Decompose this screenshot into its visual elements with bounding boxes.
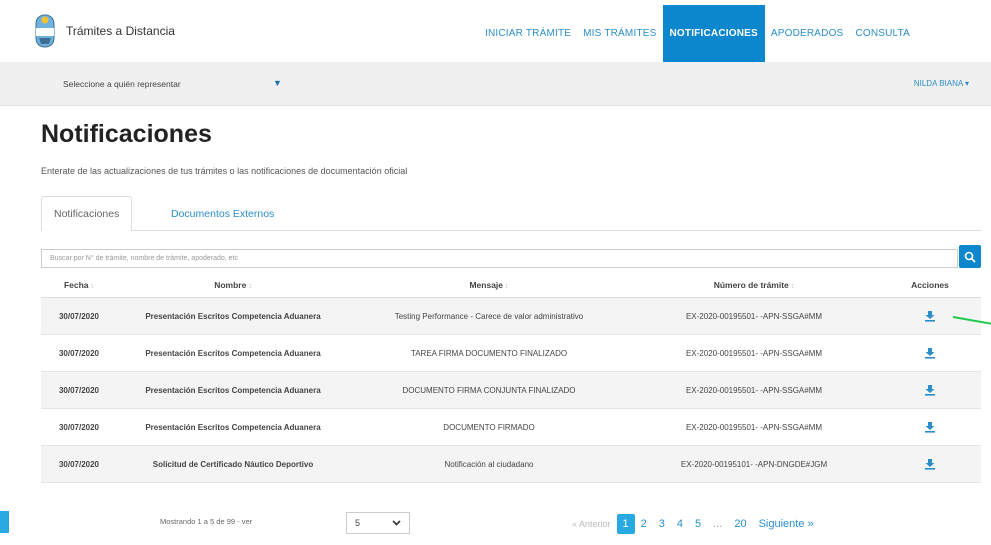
page-description: Enterate de las actualizaciones de tus t… xyxy=(41,166,408,176)
edge-accent xyxy=(0,511,9,533)
cell-fecha: 30/07/2020 xyxy=(58,422,100,432)
page-title: Notificaciones xyxy=(41,120,212,148)
brand-name: Trámites a Distancia xyxy=(66,24,175,38)
tab-notificaciones[interactable]: Notificaciones xyxy=(41,196,133,231)
download-icon[interactable] xyxy=(924,310,936,322)
download-icon[interactable] xyxy=(924,347,936,359)
pagination: « Anterior 1 2 3 4 5 ... 20 Siguiente » xyxy=(566,514,820,534)
download-icon[interactable] xyxy=(924,421,936,433)
table-row: 30/07/2020 Presentación Escritos Compete… xyxy=(41,298,981,335)
search-button[interactable] xyxy=(959,245,981,268)
sort-icon: ↕ xyxy=(505,282,509,290)
table-row: 30/07/2020 Presentación Escritos Compete… xyxy=(41,335,981,372)
cell-nombre: Presentación Escritos Competencia Aduane… xyxy=(145,422,321,432)
cell-nombre: Presentación Escritos Competencia Aduane… xyxy=(145,348,321,358)
cell-fecha: 30/07/2020 xyxy=(58,385,100,395)
results-count: Mostrando 1 a 5 de 99 - ver xyxy=(160,517,253,526)
table-row: 30/07/2020 Presentación Escritos Compete… xyxy=(41,409,981,446)
cell-mensaje: Testing Performance - Carece de valor ad… xyxy=(394,311,584,321)
main-nav: INICIAR TRÁMITE MIS TRÁMITES NOTIFICACIO… xyxy=(479,5,916,62)
cell-fecha: 30/07/2020 xyxy=(58,311,100,321)
cell-mensaje: DOCUMENTO FIRMADO xyxy=(443,422,535,432)
header-numero[interactable]: Número de trámite ↕ xyxy=(629,280,879,290)
pagination-next[interactable]: Siguiente » xyxy=(753,514,820,534)
cell-mensaje: DOCUMENTO FIRMA CONJUNTA FINALIZADO xyxy=(402,385,576,395)
table-header: Fecha ↕ Nombre ↕ Mensaje ↕ Número de trámit… xyxy=(41,272,981,298)
page-size-select[interactable]: 5 xyxy=(346,512,410,534)
cell-nombre: Presentación Escritos Competencia Aduane… xyxy=(145,311,321,321)
sort-icon: ↕ xyxy=(248,282,252,290)
notifications-table: Fecha ↕ Nombre ↕ Mensaje ↕ Número de trámit… xyxy=(41,272,981,483)
sort-icon: ↕ xyxy=(90,282,95,290)
search-input[interactable]: Buscar por N° de trámite, nombre de trám… xyxy=(41,249,958,268)
sort-icon: ↕ xyxy=(790,282,795,290)
pagination-page-2[interactable]: 2 xyxy=(635,514,653,534)
brand[interactable]: Trámites a Distancia xyxy=(34,14,175,48)
nav-consulta[interactable]: CONSULTA xyxy=(849,5,916,62)
cell-fecha: 30/07/2020 xyxy=(58,348,100,358)
pagination-ellipsis: ... xyxy=(713,518,723,530)
nav-apoderados[interactable]: APODERADOS xyxy=(765,5,850,62)
cell-mensaje: Notificación al ciudadano xyxy=(444,459,534,469)
tab-bar: Notificaciones Documentos Externos xyxy=(41,196,981,231)
nav-notificaciones[interactable]: NOTIFICACIONES xyxy=(662,5,765,62)
cell-numero: EX-2020-00195101- -APN-DNGDE#JGM xyxy=(680,459,828,469)
cell-acciones xyxy=(879,421,981,433)
tab-documentos-externos[interactable]: Documentos Externos xyxy=(159,196,286,231)
nav-iniciar-tramite[interactable]: INICIAR TRÁMITE xyxy=(479,5,577,62)
table-row: 30/07/2020 Presentación Escritos Compete… xyxy=(41,372,981,409)
user-menu[interactable]: NILDA BIANA ▾ xyxy=(914,79,969,88)
table-row: 30/07/2020 Solicitud de Certificado Náut… xyxy=(41,446,981,483)
cell-numero: EX-2020-00195501- -APN-SSGA#MM xyxy=(685,422,823,432)
representation-bar: Seleccione a quién representar ▼ NILDA B… xyxy=(0,62,991,106)
pagination-page-1[interactable]: 1 xyxy=(616,514,635,534)
represent-select-label[interactable]: Seleccione a quién representar xyxy=(63,79,181,89)
pagination-page-3[interactable]: 3 xyxy=(653,514,671,534)
represent-dropdown-icon[interactable]: ▼ xyxy=(273,78,282,88)
header-fecha[interactable]: Fecha ↕ xyxy=(41,280,117,290)
cell-acciones xyxy=(879,347,981,359)
top-navbar: Trámites a Distancia INICIAR TRÁMITE MIS… xyxy=(0,0,991,62)
cell-nombre: Presentación Escritos Competencia Aduane… xyxy=(145,385,321,395)
nav-mis-tramites[interactable]: MIS TRÁMITES xyxy=(577,5,662,62)
cell-acciones xyxy=(879,384,981,396)
pagination-page-4[interactable]: 4 xyxy=(671,514,689,534)
cell-numero: EX-2020-00195501- -APN-SSGA#MM xyxy=(685,311,823,321)
chevron-down-icon xyxy=(392,520,401,526)
pagination-page-5[interactable]: 5 xyxy=(689,514,707,534)
page-size-value: 5 xyxy=(355,518,361,528)
cell-acciones xyxy=(879,458,981,470)
download-icon[interactable] xyxy=(924,384,936,396)
header-acciones: Acciones xyxy=(911,279,949,290)
search-icon xyxy=(964,251,976,263)
cell-fecha: 30/07/2020 xyxy=(58,459,100,469)
header-mensaje[interactable]: Mensaje ↕ xyxy=(349,280,629,290)
cell-mensaje: TAREA FIRMA DOCUMENTO FINALIZADO xyxy=(410,348,568,358)
cell-nombre: Solicitud de Certificado Náutico Deporti… xyxy=(152,459,314,469)
pagination-page-20[interactable]: 20 xyxy=(728,514,752,534)
cell-numero: EX-2020-00195501- -APN-SSGA#MM xyxy=(685,385,823,395)
header-nombre[interactable]: Nombre ↕ xyxy=(117,280,349,290)
cell-numero: EX-2020-00195501- -APN-SSGA#MM xyxy=(685,348,823,358)
argentina-shield-logo xyxy=(35,14,55,48)
pagination-prev[interactable]: « Anterior xyxy=(566,514,617,534)
download-icon[interactable] xyxy=(924,458,936,470)
